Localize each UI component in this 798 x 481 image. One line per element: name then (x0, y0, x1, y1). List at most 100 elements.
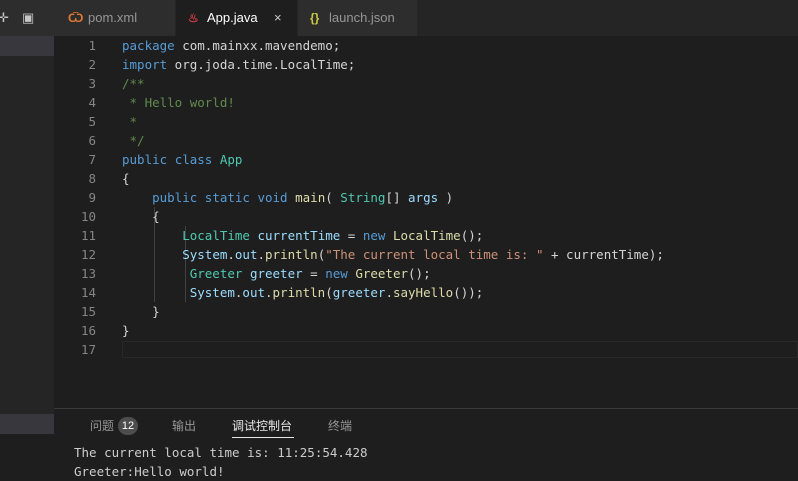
code-token: LocalTime (182, 228, 250, 243)
rss-icon: Ѿ (68, 11, 84, 25)
line-number: 17 (80, 342, 96, 357)
code-line[interactable]: 6 */ (54, 131, 798, 150)
code-text: { (122, 169, 130, 188)
code-token: = (340, 228, 363, 243)
code-editor[interactable]: 1 package com.mainxx.mavendemo; 2 import or… (54, 36, 798, 408)
code-token: = (302, 266, 326, 281)
code-token: println (265, 247, 318, 262)
code-text: public static void main( String[] args ) (122, 188, 453, 207)
code-token: com.mainxx.mavendemo; (174, 38, 341, 53)
code-token: ) (438, 190, 454, 205)
line-number: 15 (80, 304, 96, 319)
tab-label: pom.xml (88, 10, 138, 25)
code-line[interactable]: 3 /** (54, 74, 798, 93)
tab-output[interactable]: 输出 (172, 417, 196, 435)
code-token: package (122, 38, 175, 53)
problems-count-badge: 12 (118, 417, 138, 435)
code-token: * (122, 114, 138, 129)
line-number: 7 (88, 152, 96, 167)
code-token: System (189, 285, 235, 300)
console-output-line: The current local time is: 11:25:54.428 (74, 445, 368, 460)
tab-terminal[interactable]: 终端 (328, 417, 352, 435)
sidebar-selected-item[interactable] (0, 36, 54, 56)
code-line[interactable]: 15 } (54, 302, 798, 321)
code-token: ()); (453, 285, 484, 300)
tab-problems[interactable]: 问题 (90, 417, 114, 435)
code-text: } (122, 321, 130, 340)
code-token: } (122, 323, 130, 338)
sidebar-selected-item-lower[interactable] (0, 414, 54, 434)
code-text: * Hello world! (122, 93, 235, 112)
code-text: System.out.println("The current local ti… (122, 245, 664, 264)
code-line[interactable]: 7 public class App (54, 150, 798, 169)
json-icon: {} (310, 11, 320, 25)
tab-launch-json[interactable]: {} launch.json (298, 0, 418, 36)
code-line[interactable]: 13 Greeter greeter = new Greeter(); (54, 264, 798, 283)
sidebar-bottom (0, 434, 54, 480)
code-text: { (122, 207, 160, 226)
line-number: 11 (80, 228, 96, 243)
code-token: System (182, 247, 228, 262)
line-number: 4 (88, 95, 96, 110)
code-text: * (122, 112, 138, 131)
code-token: ( (325, 190, 341, 205)
code-line[interactable]: 16} (54, 321, 798, 340)
code-token: println (272, 285, 326, 300)
code-token: greeter (249, 266, 303, 281)
code-token: org.joda.time.LocalTime; (167, 57, 356, 72)
code-text: LocalTime currentTime = new LocalTime(); (122, 226, 483, 245)
code-line[interactable]: 2 import org.joda.time.LocalTime; (54, 55, 798, 74)
collapse-icon[interactable]: ✛ (0, 9, 9, 27)
code-token: /** (122, 76, 145, 91)
current-line-highlight (122, 341, 798, 358)
code-token: . (257, 247, 266, 262)
code-token: new (325, 266, 348, 281)
line-number: 16 (80, 323, 96, 338)
close-icon[interactable]: × (274, 0, 282, 36)
code-token: } (122, 304, 160, 319)
code-line[interactable]: 10 { (54, 207, 798, 226)
code-text: System.out.println(greeter.sayHello()); (122, 283, 484, 302)
line-number: 12 (80, 247, 96, 262)
active-tab-indicator (232, 437, 294, 438)
code-line[interactable]: 1 package com.mainxx.mavendemo; (54, 36, 798, 55)
code-line[interactable]: 8{ (54, 169, 798, 188)
code-token: ( (325, 285, 333, 300)
code-token: String (340, 190, 386, 205)
terminal-icon[interactable]: ▣ (22, 9, 34, 27)
line-number: 13 (80, 266, 96, 281)
code-line[interactable]: 11 LocalTime currentTime = new LocalTime… (54, 226, 798, 245)
code-line[interactable]: 12 System.out.println("The current local… (54, 245, 798, 264)
code-token: class (174, 152, 213, 167)
tab-pom-xml[interactable]: Ѿ pom.xml (54, 0, 176, 36)
code-token: args (408, 190, 439, 205)
code-token: sayHello (392, 285, 454, 300)
code-text: /** (122, 74, 145, 93)
bottom-panel: 问题 12 输出 调试控制台 终端 The current local time… (54, 408, 798, 480)
code-token: . (385, 285, 393, 300)
tab-label: App.java (207, 10, 258, 25)
code-line[interactable]: 9 public static void main( String[] args… (54, 188, 798, 207)
code-line[interactable]: 5 * (54, 112, 798, 131)
code-token: public (152, 190, 198, 205)
code-line[interactable]: 14 System.out.println(greeter.sayHello()… (54, 283, 798, 302)
tab-app-java[interactable]: ♨ App.java × (176, 0, 298, 36)
tab-debug-console[interactable]: 调试控制台 (232, 417, 292, 435)
line-number: 6 (88, 133, 96, 148)
code-text: */ (122, 131, 145, 150)
code-line[interactable]: 17 (54, 340, 798, 359)
code-text: import org.joda.time.LocalTime; (122, 55, 355, 74)
line-number: 2 (88, 57, 96, 72)
code-token: + currentTime); (543, 247, 664, 262)
code-token: "The current local time is: " (325, 247, 544, 262)
code-line[interactable]: 4 * Hello world! (54, 93, 798, 112)
code-token: new (362, 228, 386, 243)
code-token: import (122, 57, 168, 72)
